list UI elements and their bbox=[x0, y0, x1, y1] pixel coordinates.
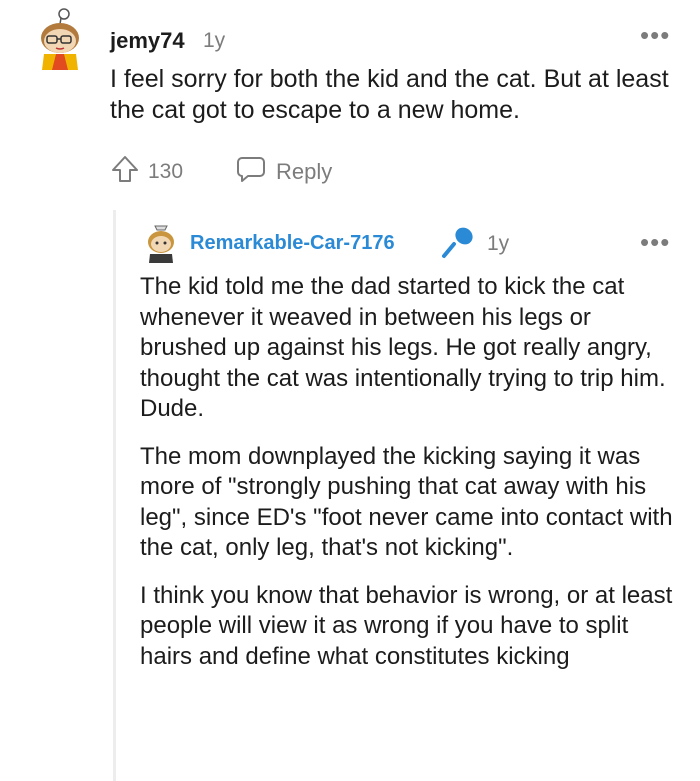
reply-username[interactable]: Remarkable-Car-7176 bbox=[190, 232, 395, 255]
reply-user-avatar[interactable] bbox=[141, 222, 181, 264]
microphone-icon bbox=[440, 226, 476, 265]
speech-bubble-icon bbox=[236, 154, 266, 190]
reply-paragraph: The kid told me the dad started to kick … bbox=[140, 273, 666, 422]
reply-timestamp[interactable]: 1y bbox=[487, 232, 509, 256]
reply-button[interactable]: Reply bbox=[236, 154, 332, 190]
more-dots-icon: ••• bbox=[640, 20, 671, 50]
thread-line[interactable] bbox=[113, 210, 116, 781]
comment-timestamp[interactable]: 1y bbox=[203, 29, 225, 53]
reply-paragraph: The mom downplayed the kicking saying it… bbox=[140, 442, 673, 562]
vote-count: 130 bbox=[148, 160, 184, 183]
user-avatar[interactable] bbox=[30, 4, 92, 74]
reply-label: Reply bbox=[276, 159, 333, 184]
reply-paragraph: I think you know that behavior is wrong,… bbox=[140, 581, 673, 670]
reply-body: The kid told me the dad started to kick … bbox=[140, 272, 680, 689]
comment-body: I feel sorry for both the kid and the ca… bbox=[110, 65, 669, 124]
upvote-arrow-icon bbox=[110, 154, 140, 190]
upvote-button[interactable]: 130 bbox=[110, 154, 183, 190]
more-options-button[interactable]: ••• bbox=[640, 22, 670, 48]
more-dots-icon: ••• bbox=[640, 227, 671, 257]
reply-more-options-button[interactable]: ••• bbox=[640, 229, 670, 255]
comment-username[interactable]: jemy74 bbox=[110, 28, 185, 54]
